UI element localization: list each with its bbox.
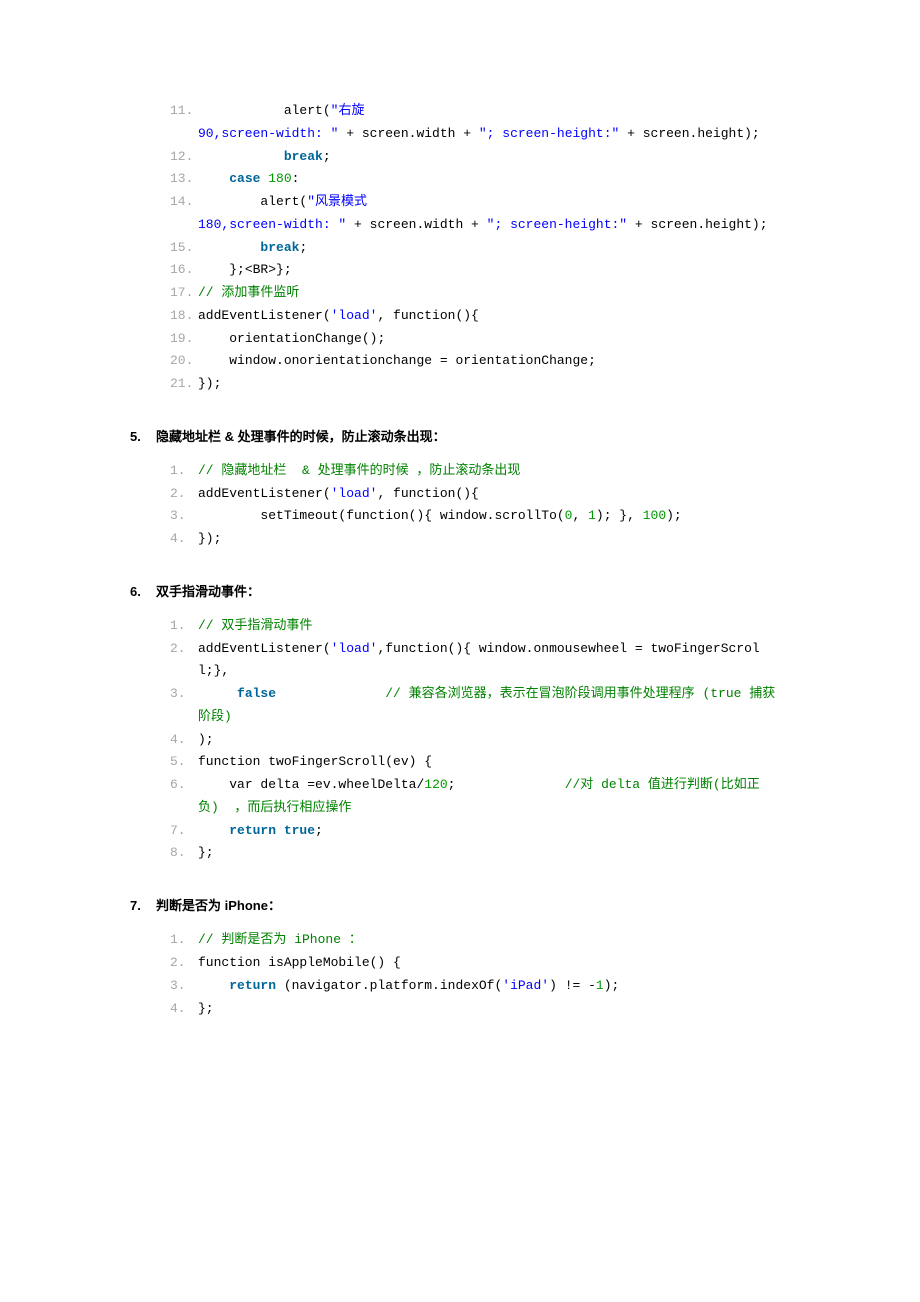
code-content: function twoFingerScroll(ev) { bbox=[198, 751, 780, 774]
code-content: var delta =ev.wheelDelta/120; //对 delta … bbox=[198, 774, 780, 820]
line-number: 1. bbox=[170, 460, 198, 483]
code-content: break; bbox=[198, 146, 780, 169]
code-block-1: 11. alert("右旋 90,screen-width: " + scree… bbox=[170, 100, 780, 396]
section-title: 隐藏地址栏 & 处理事件的时候，防止滚动条出现： bbox=[156, 429, 446, 444]
line-number: 1. bbox=[170, 929, 198, 952]
line-number: 2. bbox=[170, 952, 198, 975]
code-line: 20. window.onorientationchange = orienta… bbox=[170, 350, 780, 373]
code-line: 3. return (navigator.platform.indexOf('i… bbox=[170, 975, 780, 998]
line-number: 3. bbox=[170, 975, 198, 998]
code-content: }; bbox=[198, 842, 780, 865]
code-line: 6. var delta =ev.wheelDelta/120; //对 del… bbox=[170, 774, 780, 820]
code-content: orientationChange(); bbox=[198, 328, 780, 351]
code-line: 15. break; bbox=[170, 237, 780, 260]
code-line: 4. }); bbox=[170, 528, 780, 551]
section-number: 5. bbox=[130, 426, 156, 448]
code-line: 12. break; bbox=[170, 146, 780, 169]
code-line: 18. addEventListener('load', function(){ bbox=[170, 305, 780, 328]
line-number: 7. bbox=[170, 820, 198, 843]
section-heading-7: 7.判断是否为 iPhone： bbox=[130, 895, 780, 917]
code-content: false // 兼容各浏览器，表示在冒泡阶段调用事件处理程序 (true 捕获… bbox=[198, 683, 780, 729]
line-number: 5. bbox=[170, 751, 198, 774]
code-content: return true; bbox=[198, 820, 780, 843]
code-content: };<BR>}; bbox=[198, 259, 780, 282]
line-number: 18. bbox=[170, 305, 198, 328]
code-line: 8. }; bbox=[170, 842, 780, 865]
code-continuation: 180,screen-width: " + screen.width + "; … bbox=[198, 214, 780, 237]
code-content: // 添加事件监听 bbox=[198, 282, 780, 305]
section-number: 7. bbox=[130, 895, 156, 917]
line-number: 4. bbox=[170, 729, 198, 752]
line-number: 2. bbox=[170, 638, 198, 661]
code-line: 2. function isAppleMobile() { bbox=[170, 952, 780, 975]
code-content: function isAppleMobile() { bbox=[198, 952, 780, 975]
code-line: 5. function twoFingerScroll(ev) { bbox=[170, 751, 780, 774]
section-heading-5: 5.隐藏地址栏 & 处理事件的时候，防止滚动条出现： bbox=[130, 426, 780, 448]
section-title: 判断是否为 iPhone： bbox=[156, 898, 281, 913]
line-number: 4. bbox=[170, 528, 198, 551]
code-content: // 双手指滑动事件 bbox=[198, 615, 780, 638]
code-line: 3. setTimeout(function(){ window.scrollT… bbox=[170, 505, 780, 528]
line-number: 6. bbox=[170, 774, 198, 797]
code-content: }); bbox=[198, 373, 780, 396]
code-line: 2. addEventListener('load',function(){ w… bbox=[170, 638, 780, 684]
code-line: 17. // 添加事件监听 bbox=[170, 282, 780, 305]
code-line: 14. alert("风景模式 bbox=[170, 191, 780, 214]
line-number: 13. bbox=[170, 168, 198, 191]
line-number: 21. bbox=[170, 373, 198, 396]
line-number: 3. bbox=[170, 683, 198, 706]
line-number: 1. bbox=[170, 615, 198, 638]
code-block-7: 1. // 判断是否为 iPhone ： 2. function isApple… bbox=[170, 929, 780, 1020]
code-content: alert("风景模式 bbox=[198, 191, 780, 214]
code-content: ); bbox=[198, 729, 780, 752]
line-number: 15. bbox=[170, 237, 198, 260]
code-line: 1. // 双手指滑动事件 bbox=[170, 615, 780, 638]
line-number: 14. bbox=[170, 191, 198, 214]
code-content: case 180: bbox=[198, 168, 780, 191]
code-line: 4. ); bbox=[170, 729, 780, 752]
code-line: 11. alert("右旋 bbox=[170, 100, 780, 123]
line-number: 8. bbox=[170, 842, 198, 865]
code-content: // 隐藏地址栏 & 处理事件的时候 ，防止滚动条出现 bbox=[198, 460, 780, 483]
line-number: 12. bbox=[170, 146, 198, 169]
line-number: 16. bbox=[170, 259, 198, 282]
line-number: 20. bbox=[170, 350, 198, 373]
line-number: 11. bbox=[170, 100, 198, 123]
code-line: 1. // 隐藏地址栏 & 处理事件的时候 ，防止滚动条出现 bbox=[170, 460, 780, 483]
code-block-6: 1. // 双手指滑动事件 2. addEventListener('load'… bbox=[170, 615, 780, 865]
code-content: // 判断是否为 iPhone ： bbox=[198, 929, 780, 952]
line-number: 4. bbox=[170, 998, 198, 1021]
code-content: addEventListener('load', function(){ bbox=[198, 305, 780, 328]
line-number: 2. bbox=[170, 483, 198, 506]
code-block-5: 1. // 隐藏地址栏 & 处理事件的时候 ，防止滚动条出现 2. addEve… bbox=[170, 460, 780, 551]
line-number: 17. bbox=[170, 282, 198, 305]
code-content: }; bbox=[198, 998, 780, 1021]
code-line: 16. };<BR>}; bbox=[170, 259, 780, 282]
code-content: }); bbox=[198, 528, 780, 551]
code-content: addEventListener('load',function(){ wind… bbox=[198, 638, 780, 684]
code-line: 7. return true; bbox=[170, 820, 780, 843]
code-line: 21. }); bbox=[170, 373, 780, 396]
code-continuation: 90,screen-width: " + screen.width + "; s… bbox=[198, 123, 780, 146]
code-line: 2. addEventListener('load', function(){ bbox=[170, 483, 780, 506]
section-heading-6: 6.双手指滑动事件： bbox=[130, 581, 780, 603]
code-content: alert("右旋 bbox=[198, 100, 780, 123]
code-line: 1. // 判断是否为 iPhone ： bbox=[170, 929, 780, 952]
code-content: setTimeout(function(){ window.scrollTo(0… bbox=[198, 505, 780, 528]
section-number: 6. bbox=[130, 581, 156, 603]
line-number: 3. bbox=[170, 505, 198, 528]
code-content: break; bbox=[198, 237, 780, 260]
code-line: 19. orientationChange(); bbox=[170, 328, 780, 351]
code-line: 4. }; bbox=[170, 998, 780, 1021]
code-line: 13. case 180: bbox=[170, 168, 780, 191]
code-content: return (navigator.platform.indexOf('iPad… bbox=[198, 975, 780, 998]
code-line: 3. false // 兼容各浏览器，表示在冒泡阶段调用事件处理程序 (true… bbox=[170, 683, 780, 729]
section-title: 双手指滑动事件： bbox=[156, 584, 260, 599]
line-number: 19. bbox=[170, 328, 198, 351]
code-content: window.onorientationchange = orientation… bbox=[198, 350, 780, 373]
code-content: addEventListener('load', function(){ bbox=[198, 483, 780, 506]
